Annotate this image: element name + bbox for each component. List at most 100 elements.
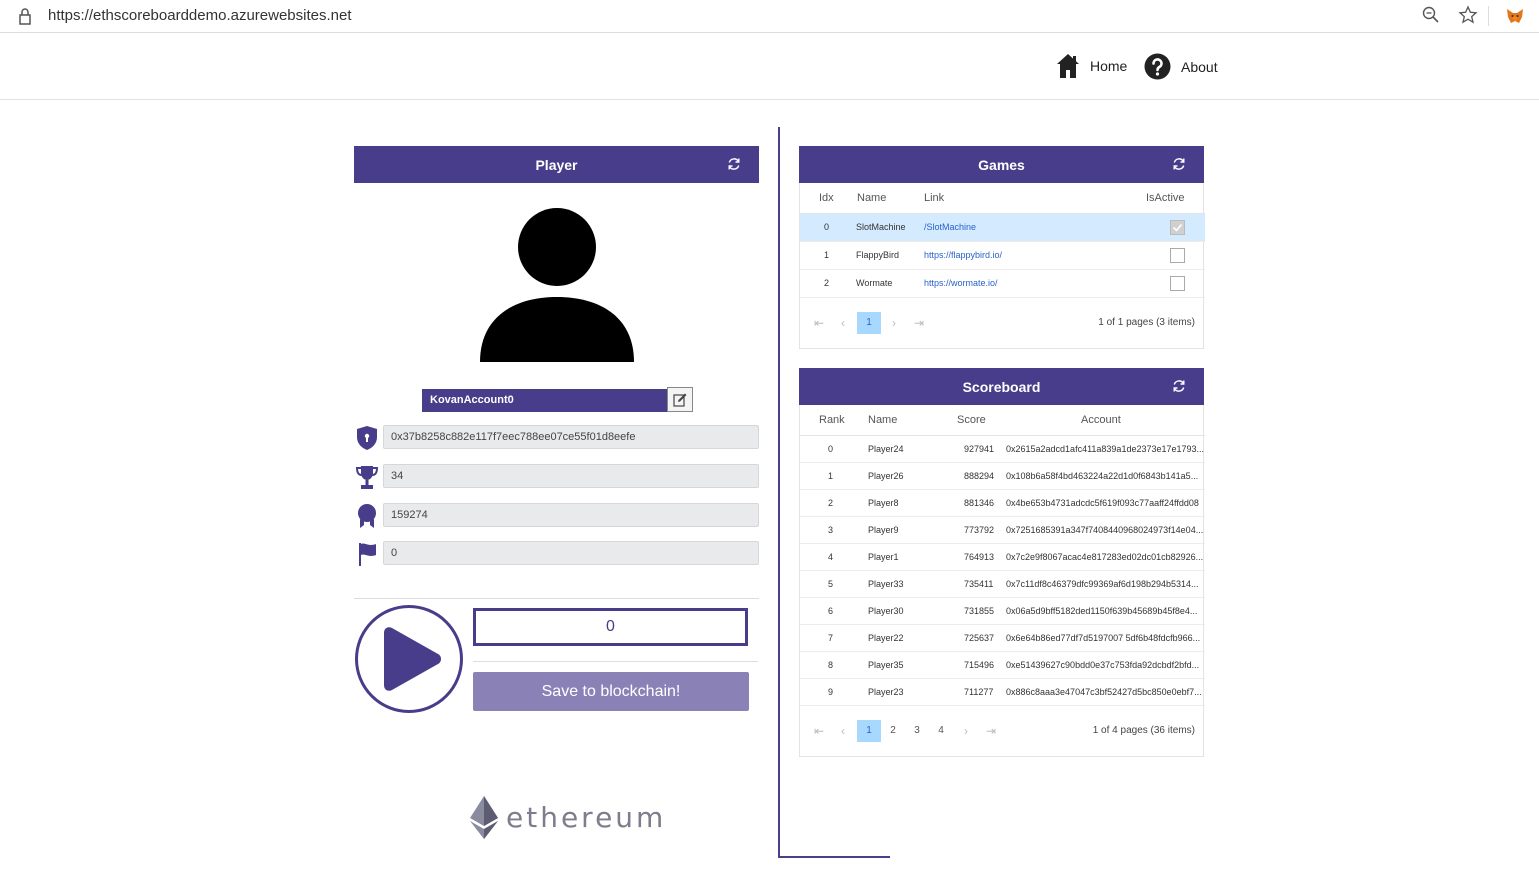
table-row[interactable]: 1 FlappyBird https://flappybird.io/ bbox=[800, 241, 1205, 270]
table-row[interactable]: 0 Player24 927941 0x2615a2adcd1afc411a839a1… bbox=[800, 435, 1205, 463]
nav-home-link[interactable]: Home bbox=[1056, 53, 1127, 79]
scoreboard-refresh-icon[interactable] bbox=[1172, 379, 1186, 396]
score-account: 0x886c8aaa3e47047c3bf52427d5bc850e0ebf7.… bbox=[1004, 678, 1205, 706]
page-button-3[interactable]: 3 bbox=[905, 720, 929, 742]
score-player-name: Player22 bbox=[860, 624, 948, 652]
score-rank: 3 bbox=[800, 516, 860, 544]
table-row[interactable]: 6 Player30 731855 0x06a5d9bff5182ded1150f63… bbox=[800, 597, 1205, 625]
table-row[interactable]: 9 Player23 711277 0x886c8aaa3e47047c3bf5242… bbox=[800, 678, 1205, 706]
score-rank: 0 bbox=[800, 435, 860, 463]
game-link[interactable]: /SlotMachine bbox=[924, 222, 976, 232]
scoreboard-body: 0 Player24 927941 0x2615a2adcd1afc411a839a1… bbox=[800, 435, 1205, 706]
zoom-icon[interactable] bbox=[1422, 6, 1440, 29]
table-row[interactable]: 4 Player1 764913 0x7c2e9f8067acac4e817283ed… bbox=[800, 543, 1205, 571]
table-row[interactable]: 3 Player9 773792 0x7251685391a347f740844096… bbox=[800, 516, 1205, 544]
prev-page-icon[interactable]: ‹ bbox=[831, 720, 855, 742]
table-row[interactable]: 5 Player33 735411 0x7c11df8c46379dfc99369af… bbox=[800, 570, 1205, 598]
games-grid: Idx Name Link IsActive 0 SlotMachine /Sl… bbox=[799, 183, 1205, 349]
table-row[interactable]: 1 Player26 888294 0x108b6a58f4bd463224a22d1… bbox=[800, 462, 1205, 490]
table-row[interactable]: 0 SlotMachine /SlotMachine bbox=[800, 213, 1205, 242]
score-player-name: Player30 bbox=[860, 597, 948, 625]
score-value: 927941 bbox=[948, 435, 1004, 463]
play-button[interactable] bbox=[354, 604, 464, 719]
lock-icon bbox=[18, 7, 32, 30]
metamask-fox-icon[interactable] bbox=[1505, 6, 1525, 31]
address-field: 0x37b8258c882e117f7eec788ee07ce55f01d8ee… bbox=[383, 425, 759, 449]
page-button-1[interactable]: 1 bbox=[857, 719, 881, 742]
game-idx: 1 bbox=[800, 241, 850, 270]
player-panel-title: Player bbox=[535, 156, 578, 173]
score-account: 0x7c2e9f8067acac4e817283ed02dc01cb82926.… bbox=[1004, 543, 1205, 571]
url-field[interactable]: https://ethscoreboarddemo.azurewebsites.… bbox=[48, 7, 352, 24]
player-avatar bbox=[478, 207, 636, 370]
address-row: 0x37b8258c882e117f7eec788ee07ce55f01d8ee… bbox=[354, 425, 759, 450]
table-row[interactable]: 8 Player35 715496 0xe51439627c90bdd0e37c753… bbox=[800, 651, 1205, 679]
score-rank: 4 bbox=[800, 543, 860, 571]
page-button-4[interactable]: 4 bbox=[929, 720, 953, 742]
next-page-icon[interactable]: › bbox=[954, 720, 978, 742]
games-col-isactive[interactable]: IsActive bbox=[1138, 183, 1205, 214]
first-page-icon[interactable]: ⇤ bbox=[807, 312, 831, 334]
score-col-account[interactable]: Account bbox=[1004, 405, 1205, 436]
score-row: 159274 bbox=[354, 503, 759, 528]
score-rank: 9 bbox=[800, 678, 860, 706]
star-icon[interactable] bbox=[1458, 5, 1478, 30]
table-row[interactable]: 7 Player22 725637 0x6e64b86ed77df7d5197007 … bbox=[800, 624, 1205, 652]
player-refresh-icon[interactable] bbox=[727, 157, 741, 174]
next-page-icon[interactable]: › bbox=[882, 312, 906, 334]
game-active-checkbox[interactable] bbox=[1170, 247, 1185, 263]
shield-icon bbox=[354, 425, 380, 451]
column-divider bbox=[778, 127, 780, 858]
column-divider-foot bbox=[778, 856, 890, 858]
games-col-link[interactable]: Link bbox=[918, 183, 1138, 214]
game-name: SlotMachine bbox=[850, 213, 918, 242]
play-icon bbox=[355, 605, 463, 713]
trophy-icon bbox=[354, 464, 380, 490]
score-value: 881346 bbox=[948, 489, 1004, 517]
game-active-checkbox[interactable] bbox=[1170, 275, 1185, 291]
games-refresh-icon[interactable] bbox=[1172, 157, 1186, 174]
score-col-rank[interactable]: Rank bbox=[800, 405, 860, 436]
last-page-icon[interactable]: ⇥ bbox=[979, 720, 1003, 742]
toolbar-separator bbox=[1488, 6, 1489, 26]
score-rank: 8 bbox=[800, 651, 860, 679]
account-name-field[interactable]: KovanAccount0 bbox=[422, 389, 667, 412]
games-col-name[interactable]: Name bbox=[850, 183, 918, 214]
edit-account-button[interactable] bbox=[667, 387, 693, 412]
score-rank: 2 bbox=[800, 489, 860, 517]
scoreboard-table: Rank Name Score Account 0 Player24 927941 0… bbox=[800, 405, 1205, 706]
games-pager: ⇤ ‹ 1 › ⇥ 1 of 1 pages (3 items) bbox=[800, 298, 1203, 348]
nav-about-link[interactable]: About bbox=[1144, 53, 1218, 80]
save-to-blockchain-button[interactable]: Save to blockchain! bbox=[473, 672, 749, 711]
score-col-score[interactable]: Score bbox=[948, 405, 1004, 436]
flags-row: 0 bbox=[354, 541, 759, 566]
player-panel-header: Player bbox=[354, 146, 759, 183]
game-link[interactable]: https://flappybird.io/ bbox=[924, 250, 1002, 260]
table-row[interactable]: 2 Wormate https://wormate.io/ bbox=[800, 269, 1205, 298]
games-col-idx[interactable]: Idx bbox=[800, 183, 850, 214]
scoreboard-grid: Rank Name Score Account 0 Player24 927941 0… bbox=[799, 405, 1205, 757]
ethereum-logo: ethereum bbox=[470, 796, 666, 839]
score-account: 0x7c11df8c46379dfc99369af6d198b294b5314.… bbox=[1004, 570, 1205, 598]
first-page-icon[interactable]: ⇤ bbox=[807, 720, 831, 742]
score-player-name: Player8 bbox=[860, 489, 948, 517]
prev-page-icon[interactable]: ‹ bbox=[831, 312, 855, 334]
edit-icon bbox=[673, 393, 687, 407]
last-page-icon[interactable]: ⇥ bbox=[907, 312, 931, 334]
home-icon bbox=[1057, 54, 1079, 78]
score-rank: 1 bbox=[800, 462, 860, 490]
score-account: 0xe51439627c90bdd0e37c753fda92dcbdf2bfd.… bbox=[1004, 651, 1205, 679]
score-player-name: Player26 bbox=[860, 462, 948, 490]
page-button-2[interactable]: 2 bbox=[881, 720, 905, 742]
score-col-name[interactable]: Name bbox=[860, 405, 948, 436]
game-active-checkbox[interactable] bbox=[1170, 219, 1185, 235]
nav-home-label: Home bbox=[1090, 58, 1128, 74]
scoreboard-panel-title: Scoreboard bbox=[962, 378, 1041, 395]
score-player-name: Player23 bbox=[860, 678, 948, 706]
score-value: 711277 bbox=[948, 678, 1004, 706]
game-link[interactable]: https://wormate.io/ bbox=[924, 278, 998, 288]
page-button-1[interactable]: 1 bbox=[857, 311, 881, 334]
player-divider-top bbox=[354, 598, 759, 599]
current-score-display: 0 bbox=[473, 608, 748, 646]
table-row[interactable]: 2 Player8 881346 0x4be653b4731adcdc5f619f09… bbox=[800, 489, 1205, 517]
